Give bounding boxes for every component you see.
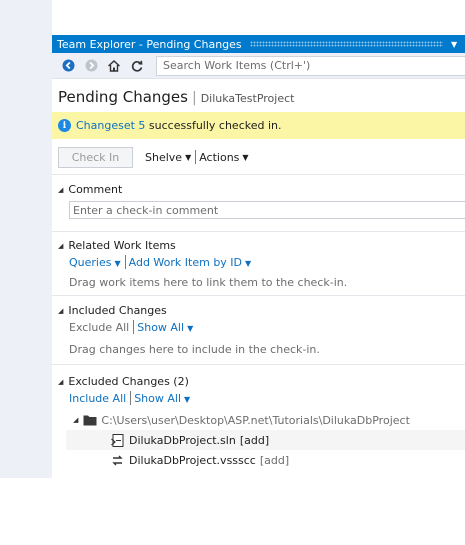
include-all-button[interactable]: Include All	[69, 392, 126, 405]
title-separator: |	[191, 90, 197, 106]
info-icon: i	[58, 119, 71, 132]
comment-header[interactable]: ◢ Comment	[58, 181, 465, 198]
included-actions: Exclude All Show All ▼	[69, 319, 465, 335]
collapse-triangle-icon: ◢	[58, 241, 64, 250]
comment-section: ◢ Comment Enter a check-in comment	[52, 181, 465, 219]
section-title: Related Work Items	[68, 239, 176, 252]
refresh-icon[interactable]	[127, 56, 147, 76]
divider	[130, 391, 132, 405]
file-name: DilukaDbProject.vssscc	[129, 453, 256, 467]
section-title: Excluded Changes (2)	[68, 375, 189, 388]
folder-icon	[83, 414, 97, 426]
page-header: Pending Changes | DilukaTestProject	[52, 79, 465, 111]
toolbar: Search Work Items (Ctrl+')	[52, 53, 465, 79]
drop-hint: Drag work items here to link them to the…	[69, 275, 348, 289]
section-title: Included Changes	[68, 304, 167, 317]
search-input[interactable]: Search Work Items (Ctrl+')	[156, 55, 465, 76]
chevron-down-icon: ▼	[187, 323, 194, 333]
related-header[interactable]: ◢ Related Work Items	[58, 237, 465, 254]
action-bar: Check In Shelve ▼ Actions ▼	[52, 142, 465, 172]
file-name: DilukaDbProject.sln	[129, 433, 236, 447]
section-divider	[52, 174, 465, 175]
source-control-file-icon	[111, 454, 124, 467]
tree-file-row[interactable]: DilukaDbProject.vssscc [add]	[66, 450, 465, 470]
window-menu-icon[interactable]: ▼	[451, 40, 461, 49]
file-status: [add]	[239, 433, 270, 447]
add-by-id-label: Add Work Item by ID	[128, 255, 243, 269]
excluded-actions: Include All Show All ▼	[69, 390, 465, 406]
divider	[124, 255, 126, 269]
show-all-menu[interactable]: Show All ▼	[137, 321, 193, 334]
show-all-menu[interactable]: Show All ▼	[134, 392, 190, 405]
section-title: Comment	[68, 183, 123, 196]
related-actions: Queries ▼ Add Work Item by ID ▼	[69, 254, 465, 270]
drop-hint: Drag changes here to include in the chec…	[69, 342, 320, 356]
file-tree: ◢ C:\Users\user\Desktop\ASP.net\Tutorial…	[58, 410, 465, 470]
section-divider	[52, 295, 465, 296]
add-by-id-menu[interactable]: Add Work Item by ID ▼	[129, 256, 252, 269]
forward-icon[interactable]	[81, 56, 101, 76]
check-in-button[interactable]: Check In	[58, 146, 133, 168]
shelve-label: Shelve	[145, 150, 183, 164]
folder-path: C:\Users\user\Desktop\ASP.net\Tutorials\…	[101, 413, 410, 427]
actions-menu[interactable]: Actions ▼	[199, 151, 248, 164]
solution-file-icon	[111, 433, 124, 447]
divider	[133, 320, 135, 334]
divider	[195, 150, 197, 164]
notice-text: successfully checked in.	[145, 119, 282, 132]
title-bar[interactable]: Team Explorer - Pending Changes ▼	[52, 35, 465, 53]
home-icon[interactable]	[104, 56, 124, 76]
queries-menu[interactable]: Queries ▼	[69, 256, 121, 269]
page-title: Pending Changes	[58, 88, 188, 106]
changeset-link[interactable]: Changeset 5	[76, 119, 145, 132]
tree-file-row[interactable]: DilukaDbProject.sln [add]	[66, 430, 465, 450]
included-changes-section: ◢ Included Changes Exclude All Show All ▼…	[52, 302, 465, 357]
excluded-changes-section: ◢ Excluded Changes (2) Include All Show …	[52, 373, 465, 470]
exclude-all-button[interactable]: Exclude All	[69, 321, 129, 334]
shelve-menu[interactable]: Shelve ▼	[145, 151, 191, 164]
queries-label: Queries	[69, 255, 112, 269]
collapse-triangle-icon: ◢	[58, 306, 64, 315]
chevron-down-icon: ▼	[185, 152, 192, 162]
collapse-triangle-icon: ◢	[58, 377, 64, 386]
included-header[interactable]: ◢ Included Changes	[58, 302, 465, 319]
comment-field[interactable]: Enter a check-in comment	[69, 201, 465, 219]
notification-bar: i Changeset 5 successfully checked in.	[52, 112, 465, 139]
title-grip	[249, 41, 443, 47]
show-all-label: Show All	[137, 320, 185, 334]
project-name[interactable]: DilukaTestProject	[201, 92, 295, 105]
chevron-down-icon: ▼	[184, 394, 191, 404]
actions-label: Actions	[199, 150, 240, 164]
background-area	[0, 0, 52, 478]
file-status: [add]	[259, 453, 290, 467]
collapse-triangle-icon: ◢	[58, 185, 64, 194]
section-divider	[52, 364, 465, 365]
chevron-down-icon: ▼	[114, 258, 121, 268]
chevron-down-icon: ▼	[242, 152, 249, 162]
expand-triangle-icon[interactable]: ◢	[73, 416, 78, 424]
chevron-down-icon: ▼	[245, 258, 252, 268]
related-work-items-section: ◢ Related Work Items Queries ▼ Add Work I…	[52, 237, 465, 290]
team-explorer-panel: Team Explorer - Pending Changes ▼ Search…	[52, 35, 465, 478]
excluded-header[interactable]: ◢ Excluded Changes (2)	[58, 373, 465, 390]
show-all-label: Show All	[134, 391, 182, 405]
window-title: Team Explorer - Pending Changes	[57, 37, 242, 51]
section-divider	[52, 231, 465, 232]
back-icon[interactable]	[58, 56, 78, 76]
tree-folder-row[interactable]: ◢ C:\Users\user\Desktop\ASP.net\Tutorial…	[58, 410, 465, 430]
